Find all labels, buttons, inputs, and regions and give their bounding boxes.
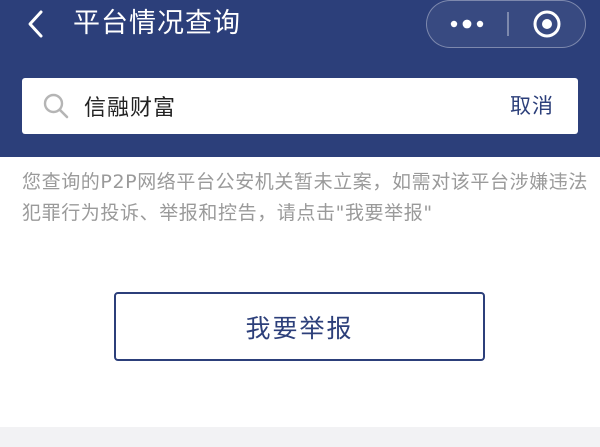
search-input[interactable] — [84, 78, 484, 134]
page-title: 平台情况查询 — [73, 8, 241, 39]
close-target-icon — [533, 10, 561, 37]
search-icon — [43, 93, 69, 119]
mini-program-capsule — [426, 0, 586, 48]
report-button[interactable]: 我要举报 — [114, 292, 485, 361]
more-dots-icon — [450, 19, 484, 28]
notice-text: 您查询的P2P网络平台公安机关暂未立案，如需对该平台涉嫌违法犯罪行为投诉、举报和… — [22, 171, 589, 224]
bottom-divider — [0, 427, 600, 447]
more-button[interactable] — [427, 1, 507, 46]
back-button[interactable] — [18, 6, 54, 42]
header-bar: 平台情况查询 取消 — [0, 0, 600, 157]
close-button[interactable] — [509, 1, 585, 46]
chevron-left-icon — [28, 10, 43, 38]
search-bar: 取消 — [22, 78, 578, 134]
cancel-button[interactable]: 取消 — [510, 78, 554, 134]
